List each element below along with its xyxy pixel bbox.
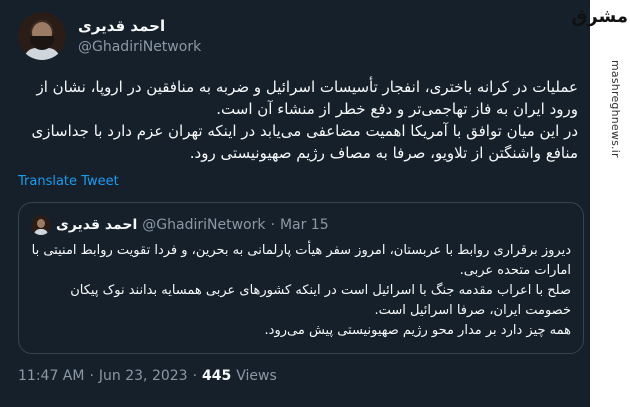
tweet-paragraph: عملیات در کرانه باختری، انفجار تأسیسات ا…: [36, 78, 578, 118]
watermark-strip: مشرق mashreghnews.ir: [571, 0, 630, 407]
views-count: 445: [202, 368, 232, 384]
translate-tweet-link[interactable]: Translate Tweet: [18, 174, 119, 189]
quoted-text: دیروز برقراری روابط با عربستان، امروز سف…: [31, 241, 571, 341]
quoted-handle: @GhadiriNetwork: [142, 217, 266, 233]
quoted-separator: ·: [270, 217, 275, 233]
meta-separator: ·: [89, 368, 94, 384]
tweet-header: احمد قدیری @GhadiriNetwork: [18, 12, 570, 62]
avatar[interactable]: [18, 12, 66, 60]
author-display-name[interactable]: احمد قدیری: [78, 17, 165, 35]
views-label: Views: [236, 368, 277, 384]
quoted-date: Mar 15: [279, 217, 329, 233]
quoted-paragraph: دیروز برقراری روابط با عربستان، امروز سف…: [31, 243, 571, 278]
tweet-text: عملیات در کرانه باختری، انفجار تأسیسات ا…: [18, 76, 579, 164]
author-handle[interactable]: @GhadiriNetwork: [78, 39, 201, 55]
tweet-date[interactable]: Jun 23, 2023: [99, 368, 188, 384]
watermark-url: mashreghnews.ir: [609, 60, 622, 158]
quoted-paragraph: همه چیز دارد بر مدار محو رژیم صهیونیستی …: [264, 323, 571, 338]
quoted-paragraph: صلح با اعراب مقدمه جنگ با اسرائیل است در…: [70, 283, 571, 318]
quoted-display-name: احمد قدیری: [56, 217, 138, 233]
watermark-logo: مشرق: [571, 6, 628, 27]
quoted-tweet[interactable]: احمد قدیری @GhadiriNetwork · Mar 15 دیرو…: [18, 202, 584, 354]
meta-separator: ·: [192, 368, 198, 384]
tweet-paragraph: در این میان توافق با آمریکا اهمیت مضاعفی…: [31, 122, 579, 162]
tweet-meta: 11:47 AM · Jun 23, 2023 · 445 Views: [18, 368, 277, 384]
quoted-tweet-header: احمد قدیری @GhadiriNetwork · Mar 15: [31, 215, 329, 235]
tweet-time[interactable]: 11:47 AM: [18, 368, 84, 384]
quoted-avatar: [31, 215, 51, 235]
